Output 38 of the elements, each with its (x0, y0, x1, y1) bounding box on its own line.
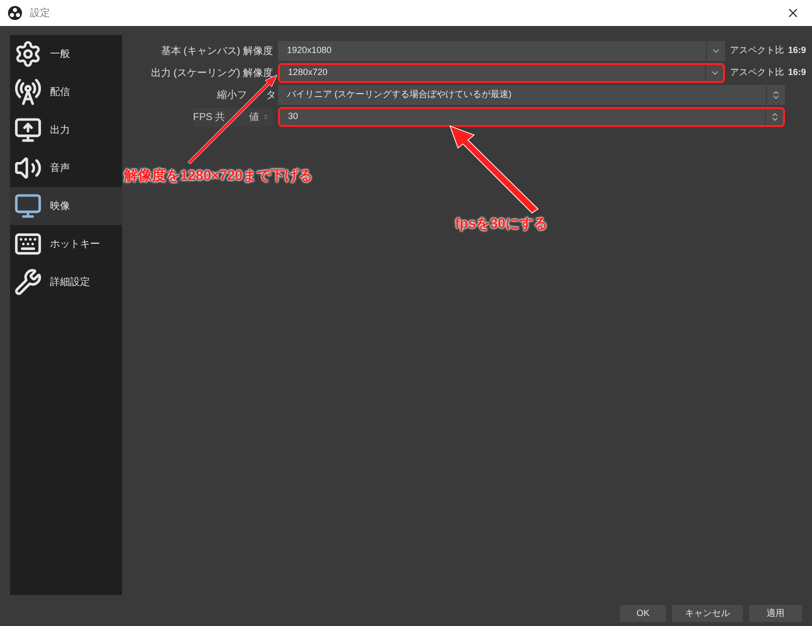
monitor-icon (14, 192, 42, 220)
annotation-text: fpsを30にする (455, 214, 548, 233)
aspect-ratio-value: 16:9 (788, 66, 806, 80)
field-label: タ (266, 88, 276, 102)
dialog-button[interactable]: キャンセル (672, 605, 743, 622)
sidebar-item[interactable]: ホットキー (10, 225, 122, 263)
sidebar-item[interactable]: 配信 (10, 73, 122, 111)
filter-select[interactable]: バイリニア (スケーリングする場合ぼやけているが最速) (278, 85, 785, 105)
sidebar-item[interactable]: 一般 (10, 35, 122, 73)
antenna-icon (14, 78, 42, 106)
fps-field[interactable]: 30 (278, 107, 785, 127)
dialog-button[interactable]: 適用 (749, 605, 802, 622)
sidebar-item[interactable]: 詳細設定 (10, 263, 122, 301)
dialog-button[interactable]: OK (620, 605, 666, 622)
aspect-ratio-label: アスペクト比 (730, 44, 784, 58)
spinner-icon (770, 90, 780, 100)
spinner-icon (770, 112, 780, 122)
fps-type-label: 値 (249, 110, 260, 124)
field-label: 基本 (キャンバス) 解像度 (160, 44, 273, 58)
tools-icon (14, 268, 42, 296)
fps-type-label: FPS 共 (193, 110, 226, 124)
window-title: 設定 (30, 6, 51, 20)
fps-type-dropdown[interactable]: FPS 共 値 (193, 108, 273, 126)
aspect-ratio-value: 16:9 (788, 44, 806, 58)
field-label: 縮小フ (217, 88, 247, 102)
sidebar-item[interactable]: 出力 (10, 111, 122, 149)
close-icon[interactable] (786, 6, 800, 20)
resolution-combo[interactable]: 1280x720 (278, 63, 725, 83)
sidebar-item[interactable]: 映像 (10, 187, 122, 225)
aspect-ratio-label: アスペクト比 (730, 66, 784, 80)
annotation-text: 解像度を1280×720まで下げる (124, 166, 313, 185)
resolution-combo[interactable]: 1920x1080 (278, 41, 725, 61)
spinner-icon (263, 112, 269, 122)
gear-icon (14, 40, 42, 68)
app-logo-icon (8, 6, 22, 20)
sidebar-item[interactable]: 音声 (10, 149, 122, 187)
monitor-arrow-icon (14, 116, 42, 144)
field-label: 出力 (スケーリング) 解像度 (150, 66, 273, 80)
